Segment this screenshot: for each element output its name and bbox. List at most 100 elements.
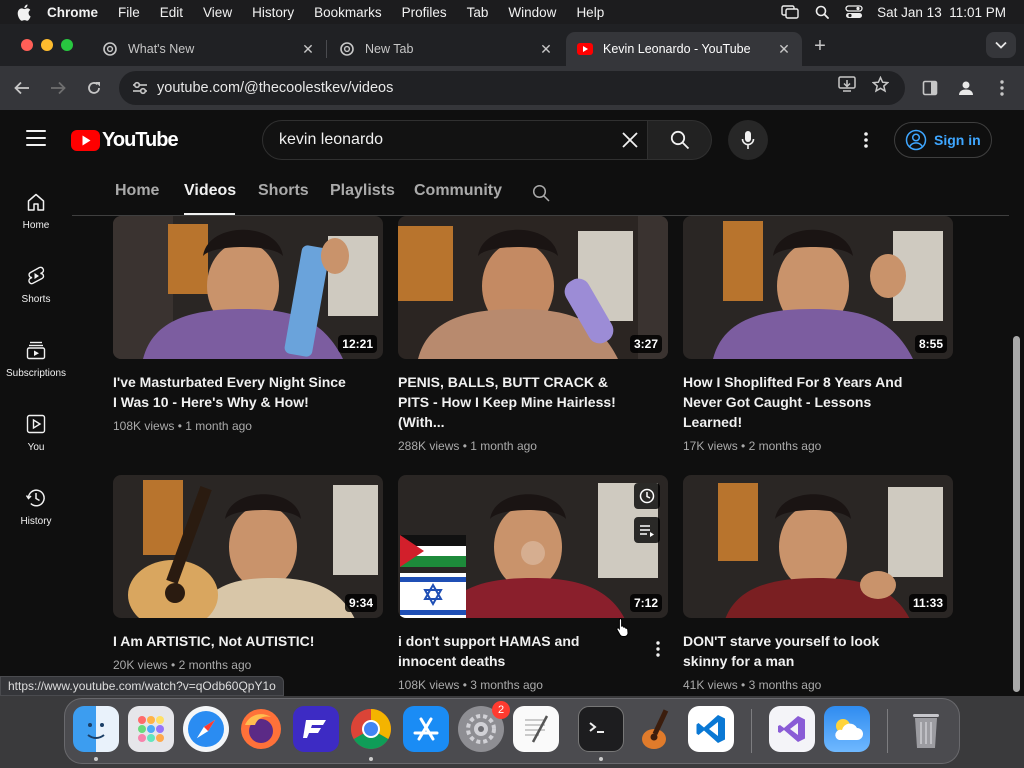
search-box[interactable]: kevin leonardo — [262, 120, 648, 160]
tab-videos[interactable]: Videos — [184, 182, 236, 200]
video-title[interactable]: How I Shoplifted For 8 Years And Never G… — [683, 372, 923, 432]
video-thumbnail[interactable]: 11:33 — [683, 475, 953, 618]
menu-edit[interactable]: Edit — [160, 5, 183, 20]
video-card[interactable]: 12:21 I've Masturbated Every Night Since… — [113, 216, 383, 433]
video-actions-menu-icon[interactable] — [650, 639, 666, 659]
vscode-icon[interactable] — [688, 706, 734, 752]
install-app-icon[interactable] — [838, 75, 856, 93]
search-button[interactable] — [648, 120, 712, 160]
settings-more-icon[interactable] — [856, 130, 876, 150]
youtube-logo[interactable]: YouTube — [71, 129, 179, 152]
tab-community[interactable]: Community — [414, 182, 502, 200]
channel-search-icon[interactable] — [530, 182, 552, 204]
video-title[interactable]: DON'T starve yourself to look skinny for… — [683, 631, 923, 671]
video-title[interactable]: I Am ARTISTIC, Not AUTISTIC! — [113, 631, 353, 651]
apple-menu-icon[interactable] — [17, 3, 35, 21]
terminal-icon[interactable] — [578, 706, 624, 752]
menu-file[interactable]: File — [118, 5, 140, 20]
menu-tab[interactable]: Tab — [467, 5, 489, 20]
site-info-icon[interactable] — [132, 80, 148, 96]
fenix-icon[interactable] — [293, 706, 339, 752]
side-panel-icon[interactable] — [918, 76, 942, 100]
video-card[interactable]: 3:27 PENIS, BALLS, BUTT CRACK & PITS - H… — [398, 216, 668, 453]
tab-home[interactable]: Home — [115, 182, 159, 200]
guide-item-subscriptions[interactable]: Subscriptions — [0, 328, 72, 388]
tab-close-icon[interactable]: ✕ — [300, 41, 316, 57]
chrome-menu-icon[interactable] — [990, 76, 1014, 100]
upload-age: 3 months ago — [748, 678, 822, 692]
video-card[interactable]: 7:12 i don't support HAMAS and innocent … — [398, 475, 668, 692]
watch-later-icon[interactable] — [634, 483, 660, 509]
close-window-button[interactable] — [21, 39, 33, 51]
firefox-icon[interactable] — [238, 706, 284, 752]
visual-studio-icon[interactable] — [769, 706, 815, 752]
menu-view[interactable]: View — [203, 5, 232, 20]
page-scrollbar[interactable] — [1009, 110, 1024, 696]
weather-icon[interactable] — [824, 706, 870, 752]
tab-search-button[interactable] — [986, 32, 1016, 58]
menu-window[interactable]: Window — [508, 5, 556, 20]
profile-icon[interactable] — [954, 76, 978, 100]
trash-icon[interactable] — [903, 706, 949, 752]
guide-item-shorts[interactable]: Shorts — [0, 254, 72, 314]
spotlight-icon[interactable] — [813, 5, 831, 19]
menu-help[interactable]: Help — [576, 5, 604, 20]
app-store-icon[interactable] — [403, 706, 449, 752]
sign-in-button[interactable]: Sign in — [894, 122, 992, 158]
address-bar[interactable]: youtube.com/@thecoolestkev/videos — [119, 71, 905, 105]
upload-age: 3 months ago — [470, 678, 543, 692]
voice-search-button[interactable] — [728, 120, 768, 160]
tab-new-tab[interactable]: New Tab ✕ — [327, 32, 564, 66]
video-thumbnail[interactable]: 9:34 — [113, 475, 383, 618]
menubar-clock[interactable]: Sat Jan 13 11:01 PM — [877, 5, 1006, 20]
launchpad-icon[interactable] — [128, 706, 174, 752]
tab-shorts[interactable]: Shorts — [258, 182, 309, 200]
video-title[interactable]: I've Masturbated Every Night Since I Was… — [113, 372, 353, 412]
notification-badge: 2 — [492, 701, 510, 719]
minimize-window-button[interactable] — [41, 39, 53, 51]
tab-kevin-leonardo-youtube[interactable]: Kevin Leonardo - YouTube ✕ — [566, 32, 802, 66]
control-center-icon[interactable] — [845, 5, 863, 19]
menu-history[interactable]: History — [252, 5, 294, 20]
video-title[interactable]: i don't support HAMAS and innocent death… — [398, 631, 638, 671]
bookmark-star-icon[interactable] — [871, 75, 889, 93]
video-thumbnail[interactable]: 12:21 — [113, 216, 383, 359]
add-to-queue-icon[interactable] — [634, 517, 660, 543]
guide-item-history[interactable]: History — [0, 476, 72, 536]
safari-icon[interactable] — [183, 706, 229, 752]
search-input[interactable]: kevin leonardo — [279, 131, 383, 149]
video-card[interactable]: 8:55 How I Shoplifted For 8 Years And Ne… — [683, 216, 953, 453]
video-thumbnail[interactable]: 8:55 — [683, 216, 953, 359]
chrome-icon[interactable] — [348, 706, 394, 752]
guide-item-home[interactable]: Home — [0, 180, 72, 240]
forward-button[interactable] — [46, 76, 70, 100]
tab-whats-new[interactable]: What's New ✕ — [90, 32, 326, 66]
tab-close-icon[interactable]: ✕ — [776, 41, 792, 57]
video-thumbnail[interactable]: 3:27 — [398, 216, 668, 359]
video-card[interactable]: 11:33 DON'T starve yourself to look skin… — [683, 475, 953, 692]
chrome-tab-strip: What's New ✕ New Tab ✕ Kevin Leonardo - … — [0, 24, 1024, 66]
scrollbar-thumb[interactable] — [1013, 336, 1020, 692]
video-title[interactable]: PENIS, BALLS, BUTT CRACK & PITS - How I … — [398, 372, 638, 432]
garageband-icon[interactable] — [633, 706, 679, 752]
tab-playlists[interactable]: Playlists — [330, 182, 395, 200]
hand-cursor-icon — [616, 617, 629, 637]
guide-menu-icon[interactable] — [26, 130, 46, 146]
textedit-icon[interactable] — [513, 706, 559, 752]
video-thumbnail[interactable]: 7:12 — [398, 475, 668, 618]
clear-search-icon[interactable] — [619, 129, 641, 151]
zoom-window-button[interactable] — [61, 39, 73, 51]
guide-item-you[interactable]: You — [0, 402, 72, 462]
url-text: youtube.com/@thecoolestkev/videos — [157, 80, 394, 96]
menu-bookmarks[interactable]: Bookmarks — [314, 5, 382, 20]
menu-app-name[interactable]: Chrome — [47, 5, 98, 20]
menu-profiles[interactable]: Profiles — [402, 5, 447, 20]
finder-icon[interactable] — [73, 706, 119, 752]
new-tab-button[interactable]: + — [811, 36, 829, 56]
system-settings-icon[interactable]: 2 — [458, 701, 510, 752]
screen-mirroring-icon[interactable] — [781, 5, 799, 19]
back-button[interactable] — [10, 76, 34, 100]
video-card[interactable]: 9:34 I Am ARTISTIC, Not AUTISTIC! 20K vi… — [113, 475, 383, 672]
reload-button[interactable] — [82, 76, 106, 100]
tab-close-icon[interactable]: ✕ — [538, 41, 554, 57]
